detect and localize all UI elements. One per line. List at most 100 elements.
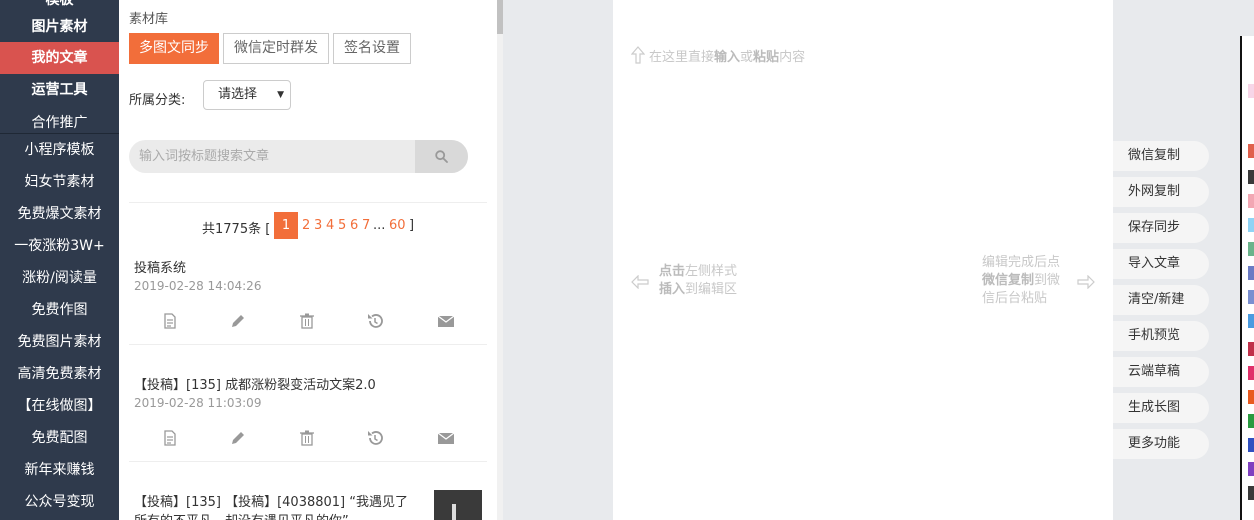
article-actions — [119, 428, 497, 448]
color-swatch[interactable] — [1248, 462, 1254, 476]
article-date: 2019-02-28 11:03:09 — [134, 396, 262, 410]
pagination-total: 共1775条 [ — [202, 222, 271, 237]
page-current[interactable]: 1 — [274, 212, 298, 239]
nav-item-templates[interactable]: 模板 — [0, 0, 119, 14]
trash-icon[interactable] — [297, 428, 317, 448]
editor-input-hint: 在这里直接输入或粘贴内容 — [630, 46, 806, 65]
category-select[interactable]: 请选择 ▼ — [203, 80, 291, 110]
more-functions-button[interactable]: 更多功能 — [1113, 429, 1209, 459]
strip-border — [1240, 36, 1242, 520]
color-swatch[interactable] — [1248, 144, 1254, 158]
editor-left-hint: 点击左侧样式 插入到编辑区 — [631, 263, 737, 299]
clear-new-button[interactable]: 清空/新建 — [1113, 285, 1209, 315]
color-swatch[interactable] — [1248, 170, 1254, 184]
caret-down-icon: ▼ — [277, 90, 284, 100]
arrow-right-icon — [1077, 275, 1095, 289]
nav-item-my-articles[interactable]: 我的文章 — [0, 42, 119, 74]
page-link-last[interactable]: 60 — [389, 218, 406, 233]
color-swatch[interactable] — [1248, 438, 1254, 452]
color-swatch[interactable] — [1248, 342, 1254, 356]
nav-item-free-illustrations[interactable]: 免费配图 — [0, 424, 119, 452]
nav-item-hd-free[interactable]: 高清免费素材 — [0, 360, 119, 388]
pencil-icon[interactable] — [228, 428, 248, 448]
article-title[interactable]: 【投稿】[135] 【投稿】[4038801] “我遇见了 — [134, 491, 408, 510]
tab-wechat-scheduled[interactable]: 微信定时群发 — [223, 33, 329, 64]
article-title[interactable]: 投稿系统 — [134, 257, 186, 276]
search-button[interactable] — [415, 140, 468, 173]
color-swatch[interactable] — [1248, 218, 1254, 232]
page-link[interactable]: 5 — [338, 218, 346, 233]
mobile-preview-button[interactable]: 手机预览 — [1113, 321, 1209, 351]
document-icon[interactable] — [160, 311, 180, 331]
document-icon[interactable] — [160, 428, 180, 448]
article-panel: 素材库 多图文同步 微信定时群发 签名设置 所属分类: 请选择 ▼ 共1775条… — [119, 0, 497, 520]
page-link[interactable]: 3 — [314, 218, 322, 233]
color-swatch[interactable] — [1248, 290, 1254, 304]
page-link[interactable]: 4 — [326, 218, 334, 233]
nav-divider — [0, 133, 119, 134]
wechat-copy-button[interactable]: 微信复制 — [1113, 141, 1209, 171]
color-swatch[interactable] — [1248, 266, 1254, 280]
tab-multi-article-sync[interactable]: 多图文同步 — [129, 33, 219, 64]
hint-bold: 微信复制 — [982, 273, 1035, 288]
article-date: 2019-02-28 14:04:26 — [134, 279, 262, 293]
hint-text: 到微 — [1034, 273, 1061, 288]
article-title-continued[interactable]: 所有的不平凡，却没有遇见平凡的你” — [134, 510, 349, 520]
hint-text: 内容 — [779, 50, 806, 65]
nav-item-womens-day[interactable]: 妇女节素材 — [0, 168, 119, 196]
hint-bold: 点击 — [659, 264, 686, 279]
mail-icon[interactable] — [436, 311, 456, 331]
nav-item-monetize[interactable]: 公众号变现 — [0, 488, 119, 516]
external-copy-button[interactable]: 外网复制 — [1113, 177, 1209, 207]
hint-bold: 输入 — [714, 50, 741, 65]
history-icon[interactable] — [365, 311, 385, 331]
mail-icon[interactable] — [436, 428, 456, 448]
pagination-close: ] — [409, 218, 415, 233]
editor-area[interactable]: 在这里直接输入或粘贴内容 点击左侧样式 插入到编辑区 编辑完成后点 微信复制到微… — [613, 0, 1113, 520]
tab-signature-settings[interactable]: 签名设置 — [333, 33, 411, 64]
editor-right-hint: 编辑完成后点 微信复制到微 信后台粘贴 — [982, 254, 1095, 308]
pencil-icon[interactable] — [228, 311, 248, 331]
save-sync-button[interactable]: 保存同步 — [1113, 213, 1209, 243]
nav-item-operation-tools[interactable]: 运营工具 — [0, 76, 119, 104]
color-swatch[interactable] — [1248, 486, 1254, 500]
panel-scrollbar[interactable] — [497, 0, 503, 520]
import-article-button[interactable]: 导入文章 — [1113, 249, 1209, 279]
hint-text: 或 — [740, 50, 754, 65]
history-icon[interactable] — [365, 428, 385, 448]
color-swatch[interactable] — [1248, 84, 1254, 98]
nav-item-image-materials[interactable]: 图片素材 — [0, 13, 119, 41]
color-swatch[interactable] — [1248, 366, 1254, 380]
page-link[interactable]: 7 — [362, 218, 370, 233]
nav-item-free-design[interactable]: 免费作图 — [0, 296, 119, 324]
article-thumbnail[interactable] — [434, 490, 482, 520]
color-swatch[interactable] — [1248, 242, 1254, 256]
nav-item-miniprogram-templates[interactable]: 小程序模板 — [0, 136, 119, 164]
search-input[interactable] — [129, 140, 415, 173]
arrow-up-icon — [630, 46, 646, 64]
page-link[interactable]: 2 — [302, 218, 310, 233]
cloud-draft-button[interactable]: 云端草稿 — [1113, 357, 1209, 387]
category-label: 所属分类: — [129, 93, 186, 108]
divider — [129, 202, 487, 203]
nav-item-free-viral[interactable]: 免费爆文素材 — [0, 200, 119, 228]
trash-icon[interactable] — [297, 311, 317, 331]
long-image-button[interactable]: 生成长图 — [1113, 393, 1209, 423]
nav-item-online-design[interactable]: 【在线做图】 — [0, 392, 119, 420]
nav-item-followers-reads[interactable]: 涨粉/阅读量 — [0, 264, 119, 292]
color-swatch[interactable] — [1248, 414, 1254, 428]
hint-bold: 插入 — [659, 282, 686, 297]
color-swatch[interactable] — [1248, 314, 1254, 328]
scrollbar-thumb[interactable] — [497, 0, 503, 34]
article-title[interactable]: 【投稿】[135] 成都涨粉裂变活动文案2.0 — [134, 374, 376, 393]
nav-item-new-year[interactable]: 新年来赚钱 — [0, 456, 119, 484]
search-bar — [129, 140, 468, 173]
color-swatch[interactable] — [1248, 194, 1254, 208]
nav-item-free-images[interactable]: 免费图片素材 — [0, 328, 119, 356]
hint-text: 在这里直接 — [649, 50, 715, 65]
pagination: 共1775条 [ 1 2 3 4 5 6 7 ... 60 ] — [119, 212, 497, 239]
color-swatch[interactable] — [1248, 390, 1254, 404]
nav-item-followers-growth[interactable]: 一夜涨粉3W+ — [0, 232, 119, 260]
page-link[interactable]: 6 — [350, 218, 358, 233]
left-nav: 模板 图片素材 我的文章 运营工具 合作推广 小程序模板 妇女节素材 免费爆文素… — [0, 0, 119, 520]
